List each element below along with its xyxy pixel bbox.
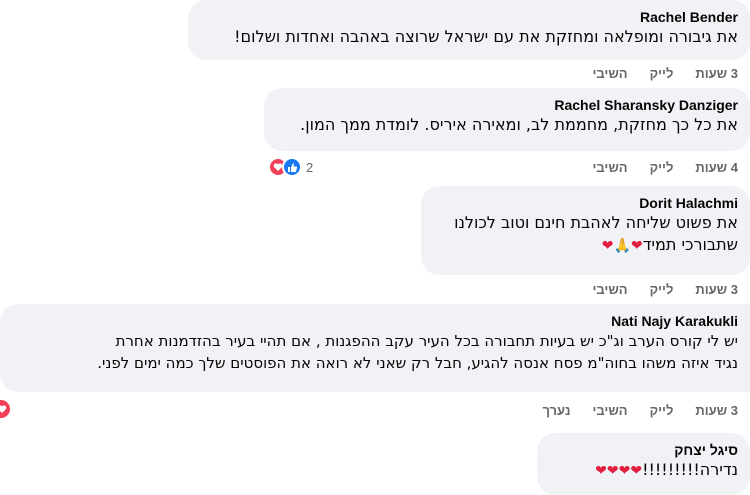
reply-button[interactable]: השיבי — [592, 282, 627, 297]
comment-bubble: סיגל יצחק נדירה!!!!!!!!!❤❤❤❤ — [537, 433, 750, 495]
like-icon — [282, 157, 302, 177]
comment-text-line: שתבורכי תמיד — [642, 235, 738, 254]
comment-text: יש לי קורס הערב וג"כ יש בעיות תחבורה בכל… — [115, 332, 738, 350]
comment-author[interactable]: Rachel Bender — [200, 8, 738, 26]
comment-author[interactable]: Nati Najy Karakukli — [12, 312, 738, 330]
comment-actions: 3 שעות לייק השיבי — [570, 282, 738, 298]
comment-time[interactable]: 3 שעות — [695, 282, 738, 297]
comment-time[interactable]: 3 שעות — [695, 403, 738, 418]
heart-reaction-icon[interactable] — [0, 398, 12, 420]
comment-author[interactable]: סיגל יצחק — [549, 441, 738, 459]
comment-bubble: Rachel Bender את גיבורה ומופלאה ומחזקת א… — [188, 0, 750, 60]
reactions-count: 2 — [306, 159, 314, 175]
comment-bubble: Nati Najy Karakukli יש לי קורס הערב וג"כ… — [0, 304, 750, 392]
comment-bubble: Rachel Sharansky Danziger את כל כך מחזקת… — [264, 88, 750, 151]
emoji-hearts: ❤❤❤❤ — [595, 463, 643, 479]
comment-bubble: Dorit Halachmi את פשוט שליחה לאהבת חינם … — [421, 186, 750, 275]
reply-button[interactable]: השיבי — [592, 66, 627, 81]
reply-button[interactable]: השיבי — [592, 403, 627, 418]
comment-author[interactable]: Dorit Halachmi — [433, 194, 738, 212]
comment-actions: 4 שעות לייק השיבי — [570, 160, 738, 176]
reactions-summary[interactable]: 2 — [268, 157, 313, 177]
emoji-hearts-pray: ❤🙏❤ — [601, 238, 643, 254]
comment-time[interactable]: 4 שעות — [695, 160, 738, 175]
comment-text: את פשוט שליחה לאהבת חינם וטוב לכולנו — [454, 213, 738, 232]
comment-time[interactable]: 3 שעות — [695, 66, 738, 81]
comment-text: נגיד איזה משהו בחוה"מ פסח אנסה להגיע, חב… — [97, 354, 738, 372]
like-button[interactable]: לייק — [650, 282, 674, 297]
comment-text: נדירה!!!!!!!!!❤❤❤❤ — [549, 459, 738, 482]
like-button[interactable]: לייק — [650, 66, 674, 81]
comment-text: שתבורכי תמיד❤🙏❤ — [433, 234, 738, 257]
reply-button[interactable]: השיבי — [592, 160, 627, 175]
comment-author[interactable]: Rachel Sharansky Danziger — [276, 96, 738, 114]
comment-actions: 3 שעות לייק השיבי — [570, 66, 738, 82]
comment-actions: 3 שעות לייק השיבי נערך — [520, 403, 738, 419]
edited-label[interactable]: נערך — [542, 403, 570, 418]
comment-text-line: נדירה!!!!!!!!! — [642, 460, 738, 479]
comment-text: את גיבורה ומופלאה ומחזקת את עם ישראל שרו… — [234, 27, 738, 46]
comment-text: את כל כך מחזקת, מחממת לב, ומאירה איריס. … — [300, 115, 738, 134]
like-button[interactable]: לייק — [650, 160, 674, 175]
like-button[interactable]: לייק — [650, 403, 674, 418]
